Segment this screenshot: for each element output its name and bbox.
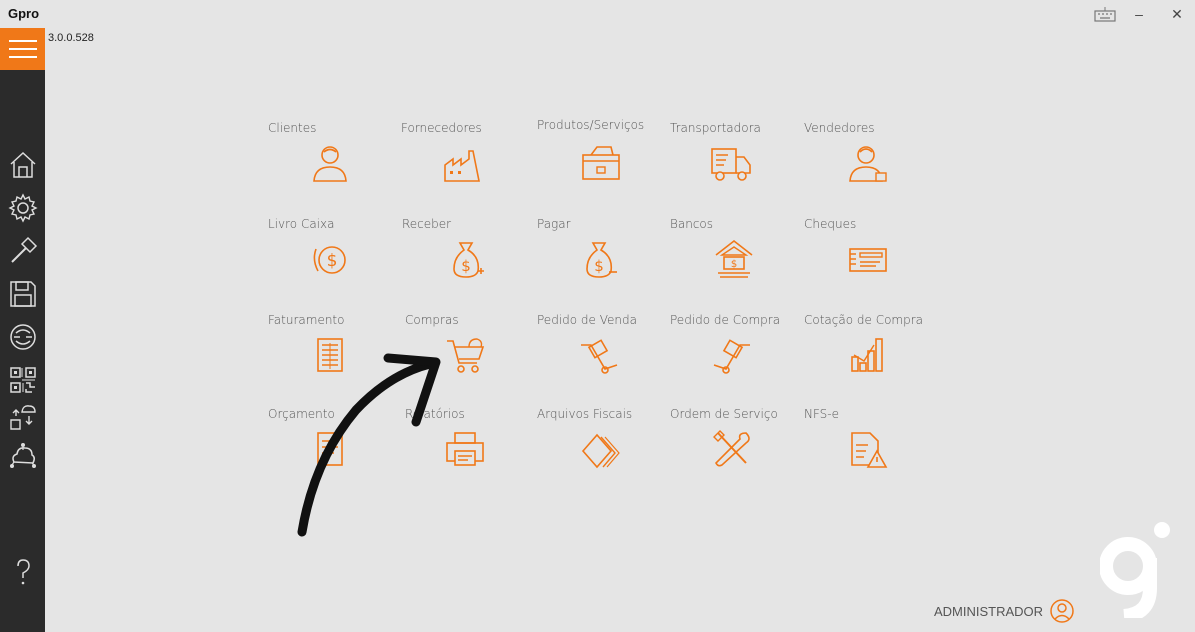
sync-icon[interactable] bbox=[6, 320, 40, 354]
salesperson-icon bbox=[846, 143, 890, 183]
tile-arquivos-fiscais[interactable]: Arquivos Fiscais bbox=[537, 407, 667, 487]
tile-cheques[interactable]: Cheques bbox=[804, 217, 934, 297]
tile-label: Pagar bbox=[537, 217, 571, 231]
menu-icon[interactable] bbox=[0, 28, 45, 70]
gear-icon[interactable] bbox=[6, 191, 40, 225]
tile-label: Bancos bbox=[670, 217, 714, 231]
minimize-button[interactable]: – bbox=[1124, 0, 1154, 28]
tile-pagar[interactable]: Pagar $ bbox=[537, 217, 667, 297]
app-title: Gpro bbox=[8, 6, 40, 21]
help-icon[interactable] bbox=[6, 555, 40, 589]
tile-produtos[interactable]: Produtos/Serviços bbox=[537, 118, 667, 198]
home-icon[interactable] bbox=[6, 148, 40, 182]
title-bar: Gpro – ✕ bbox=[0, 0, 1195, 28]
tile-label: Faturamento bbox=[268, 313, 345, 327]
tile-label: Relatórios bbox=[405, 407, 465, 421]
tile-pedido-compra[interactable]: Pedido de Compra bbox=[670, 313, 800, 393]
tile-cotacao-compra[interactable]: Cotação de Compra bbox=[804, 313, 934, 393]
tile-label: Produtos/Serviços bbox=[537, 118, 645, 132]
tile-receber[interactable]: Receber $ bbox=[402, 217, 532, 297]
cloud-transfer-icon[interactable] bbox=[6, 400, 40, 434]
tile-label: Ordem de Serviço bbox=[670, 407, 778, 421]
printer-icon bbox=[443, 429, 487, 469]
tile-label: Clientes bbox=[268, 121, 317, 135]
sidebar bbox=[0, 28, 45, 632]
tile-label: NFS-e bbox=[804, 407, 839, 421]
tile-faturamento[interactable]: Faturamento bbox=[268, 313, 398, 393]
tile-transportadora[interactable]: Transportadora bbox=[670, 121, 800, 201]
tile-label: Pedido de Venda bbox=[537, 313, 637, 327]
tile-relatorios[interactable]: Relatórios bbox=[405, 407, 535, 487]
person-icon bbox=[308, 143, 352, 183]
network-icon[interactable] bbox=[6, 440, 40, 474]
shopping-cart-icon bbox=[443, 335, 487, 375]
user-menu[interactable]: ADMINISTRADOR bbox=[934, 598, 1075, 624]
tile-label: Fornecedores bbox=[401, 121, 482, 135]
save-icon[interactable] bbox=[6, 277, 40, 311]
tile-label: Receber bbox=[402, 217, 452, 231]
hammer-icon[interactable] bbox=[6, 234, 40, 268]
qr-code-icon[interactable] bbox=[6, 363, 40, 397]
tools-icon bbox=[710, 429, 754, 469]
svg-text:$: $ bbox=[594, 257, 604, 275]
document-icon bbox=[308, 429, 352, 469]
hand-truck-icon bbox=[577, 335, 621, 375]
tile-vendedores[interactable]: Vendedores bbox=[804, 121, 934, 201]
tile-compras[interactable]: Compras bbox=[405, 313, 535, 393]
svg-text:$: $ bbox=[461, 257, 471, 275]
user-name: ADMINISTRADOR bbox=[934, 603, 1044, 619]
money-bag-plus-icon: $ bbox=[444, 239, 488, 279]
tile-label: Compras bbox=[405, 313, 459, 327]
svg-text:$: $ bbox=[327, 251, 338, 271]
bank-icon: $ bbox=[712, 239, 756, 279]
app-window: Gpro – ✕ 3.0.0.528 Clientes Fornecedores… bbox=[0, 0, 1195, 632]
tile-label: Arquivos Fiscais bbox=[537, 407, 633, 421]
tile-bancos[interactable]: Bancos $ bbox=[670, 217, 800, 297]
tile-label: Cheques bbox=[804, 217, 857, 231]
cash-cycle-icon: $ bbox=[308, 239, 352, 279]
tile-ordem-servico[interactable]: Ordem de Serviço bbox=[670, 407, 800, 487]
brand-logo bbox=[1100, 522, 1170, 618]
tile-livro-caixa[interactable]: Livro Caixa $ bbox=[268, 217, 398, 297]
version-label: 3.0.0.528 bbox=[48, 32, 94, 44]
tile-clientes[interactable]: Clientes bbox=[268, 121, 398, 201]
close-button[interactable]: ✕ bbox=[1162, 0, 1192, 28]
keyboard-icon[interactable] bbox=[1090, 0, 1120, 28]
hand-truck-icon bbox=[710, 335, 754, 375]
tile-label: Transportadora bbox=[670, 121, 761, 135]
truck-icon bbox=[708, 143, 752, 183]
bar-chart-icon bbox=[846, 335, 890, 375]
svg-text:$: $ bbox=[731, 259, 737, 270]
tile-orcamento[interactable]: Orçamento bbox=[268, 407, 398, 487]
tile-label: Orçamento bbox=[268, 407, 335, 421]
invoice-icon bbox=[308, 335, 352, 375]
factory-icon bbox=[441, 143, 485, 183]
money-bag-minus-icon: $ bbox=[577, 239, 621, 279]
document-warning-icon bbox=[846, 429, 890, 469]
tile-label: Cotação de Compra bbox=[804, 313, 924, 327]
tile-nfse[interactable]: NFS-e bbox=[804, 407, 934, 487]
box-icon bbox=[579, 143, 623, 183]
tile-pedido-venda[interactable]: Pedido de Venda bbox=[537, 313, 667, 393]
tile-fornecedores[interactable]: Fornecedores bbox=[401, 121, 531, 201]
files-icon bbox=[577, 429, 621, 469]
user-circle-icon bbox=[1050, 599, 1074, 623]
tile-label: Pedido de Compra bbox=[670, 313, 781, 327]
tile-label: Vendedores bbox=[804, 121, 875, 135]
check-icon bbox=[846, 239, 890, 279]
tile-label: Livro Caixa bbox=[268, 217, 335, 231]
